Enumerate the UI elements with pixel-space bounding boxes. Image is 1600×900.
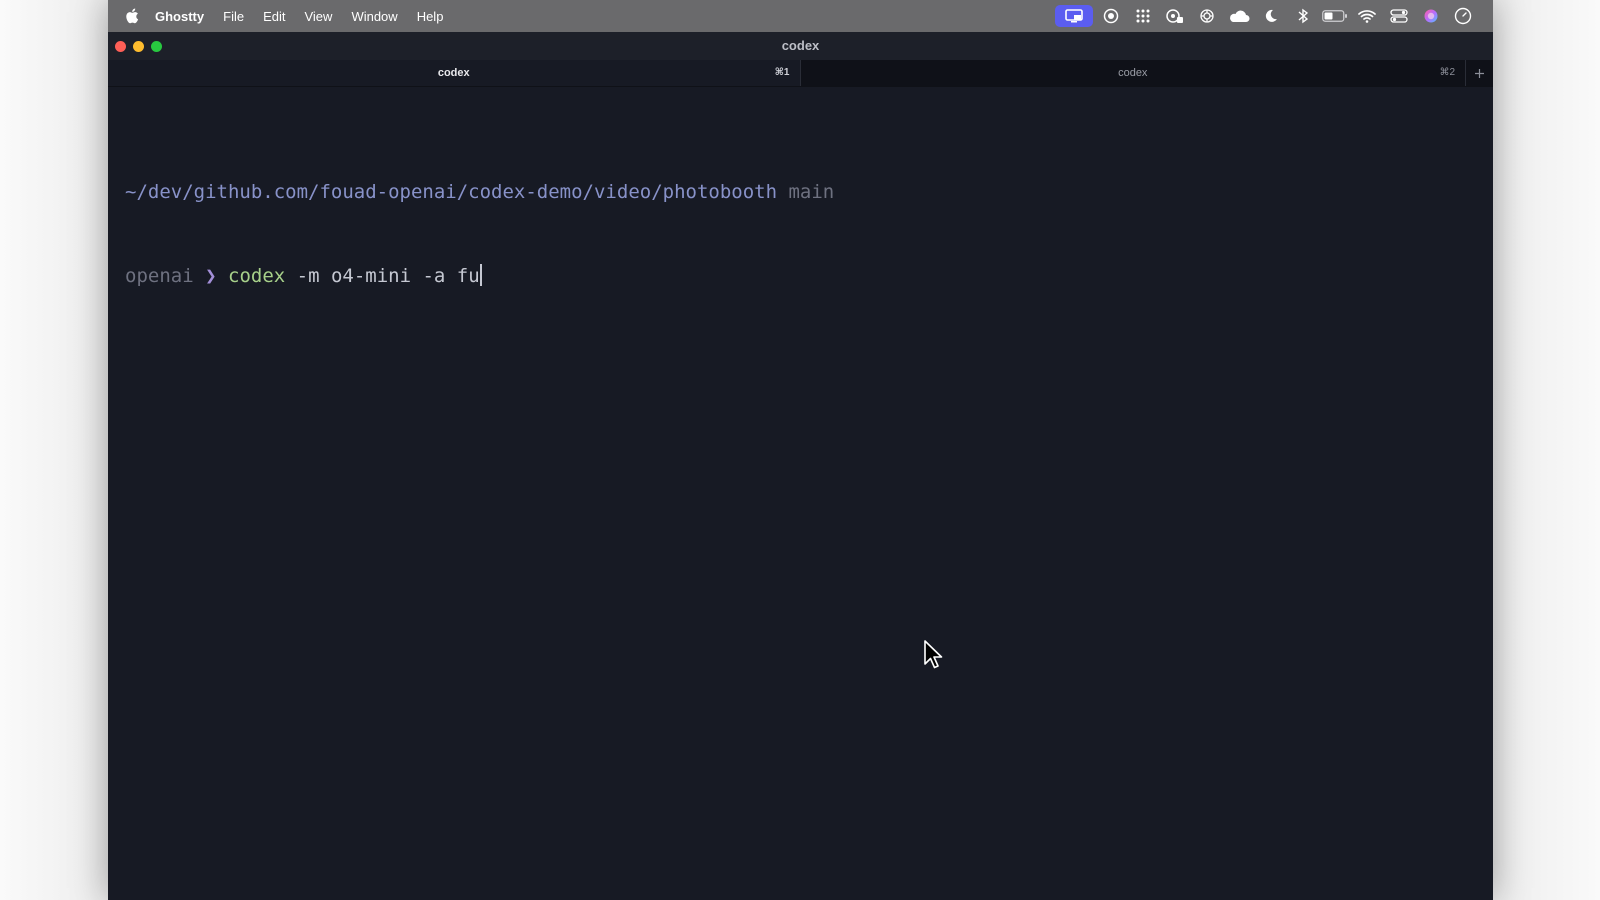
menu-file[interactable]: File — [223, 9, 244, 24]
minimize-button[interactable] — [133, 41, 144, 52]
menu-window[interactable]: Window — [351, 9, 397, 24]
window-titlebar[interactable]: codex — [108, 32, 1493, 60]
prompt-symbol: ❯ — [205, 265, 217, 287]
apple-icon[interactable] — [125, 8, 139, 24]
record-icon[interactable] — [1095, 0, 1127, 32]
terminal-output[interactable]: ~/dev/github.com/fouad-openai/codex-demo… — [125, 122, 834, 346]
chatgpt-icon[interactable] — [1191, 0, 1223, 32]
zoom-button[interactable] — [151, 41, 162, 52]
window-title: codex — [781, 38, 820, 53]
menu-help[interactable]: Help — [417, 9, 444, 24]
menu-app-name[interactable]: Ghostty — [155, 9, 204, 24]
plus-icon — [1475, 68, 1484, 78]
app-grid-icon[interactable] — [1127, 0, 1159, 32]
bluetooth-icon[interactable] — [1287, 0, 1319, 32]
git-branch: main — [788, 181, 835, 203]
tab-bar: codex ⌘1 codex ⌘2 — [108, 60, 1493, 87]
mouse-pointer-icon — [924, 640, 943, 669]
new-tab-button[interactable] — [1465, 60, 1493, 86]
tab-label: codex — [1118, 67, 1148, 79]
close-button[interactable] — [115, 41, 126, 52]
accessibility-icon[interactable] — [1159, 0, 1191, 32]
clock-icon[interactable] — [1447, 0, 1479, 32]
control-center-icon[interactable] — [1383, 0, 1415, 32]
prompt-line-2: openai ❯ codex -m o4-mini -a fu — [125, 262, 834, 290]
tab-codex-2[interactable]: codex ⌘2 — [799, 60, 1466, 86]
ghostty-window: Ghostty File Edit View Window Help codex… — [108, 0, 1493, 900]
siri-icon[interactable] — [1415, 0, 1447, 32]
cwd-path: ~/dev/github.com/fouad-openai/codex-demo… — [125, 181, 778, 203]
traffic-lights — [115, 41, 162, 52]
text-cursor — [479, 264, 482, 286]
screen-share-icon[interactable] — [1055, 5, 1093, 27]
menu-edit[interactable]: Edit — [263, 9, 285, 24]
tab-shortcut: ⌘1 — [774, 67, 790, 78]
tab-shortcut: ⌘2 — [1439, 67, 1456, 78]
tab-codex-1[interactable]: codex ⌘1 — [108, 60, 800, 86]
prompt-host: openai — [125, 265, 194, 287]
battery-icon[interactable] — [1319, 0, 1351, 32]
moon-icon[interactable] — [1255, 0, 1287, 32]
screen: Ghostty File Edit View Window Help codex… — [0, 0, 1600, 900]
cloud-icon[interactable] — [1223, 0, 1255, 32]
status-area — [1055, 0, 1479, 32]
menu-bar: Ghostty File Edit View Window Help — [108, 0, 1493, 32]
prompt-line-1: ~/dev/github.com/fouad-openai/codex-demo… — [125, 178, 834, 206]
command-args: -m o4-mini -a fu — [296, 265, 480, 287]
command-name: codex — [228, 265, 286, 287]
menu-view[interactable]: View — [304, 9, 332, 24]
tab-label: codex — [437, 67, 470, 79]
wifi-icon[interactable] — [1351, 0, 1383, 32]
